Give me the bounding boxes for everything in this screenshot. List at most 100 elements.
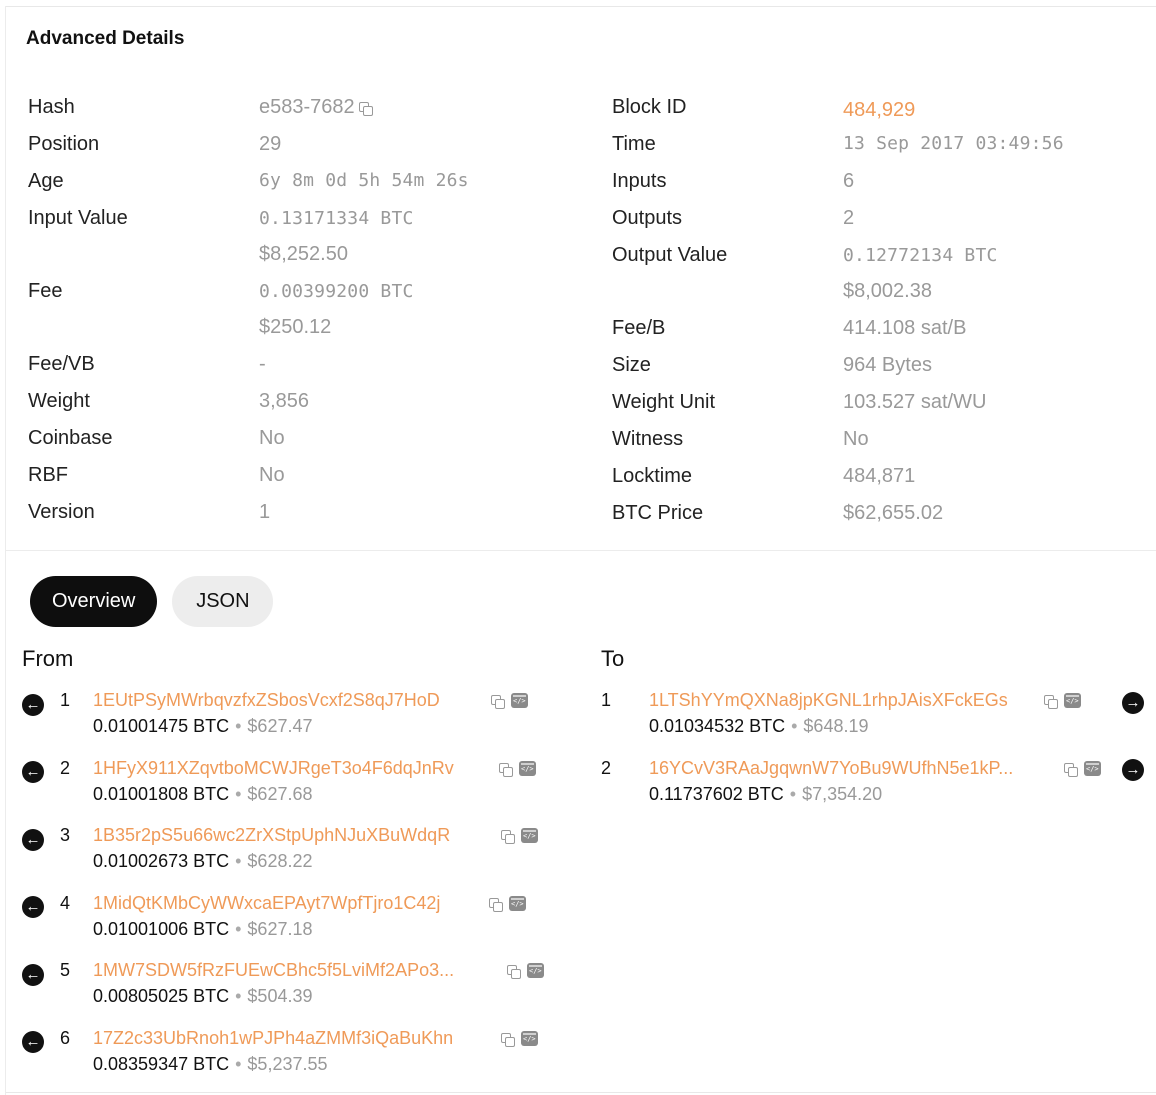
detail-value: e583-7682 — [259, 93, 373, 121]
block-id-link[interactable]: 484,929 — [843, 93, 915, 124]
copy-icon[interactable] — [491, 694, 505, 709]
input-btc: 0.01001475 BTC — [93, 716, 230, 736]
detail-label: Age — [28, 170, 64, 192]
output-amount: 0.01034532 BTC • $648.19 — [649, 716, 869, 737]
detail-value: 3,856 — [259, 390, 310, 412]
copy-icon[interactable] — [1044, 694, 1058, 709]
section-divider — [6, 550, 1156, 551]
input-address-link[interactable]: 1B35r2pS5u66wc2ZrXStpUphNJuXBuWdqR — [93, 825, 450, 846]
detail-value: 484,871 — [843, 465, 916, 487]
detail-row-coinbase: Coinbase No — [28, 424, 588, 461]
input-address-link[interactable]: 1HFyX911XZqvtboMCWJRgeT3o4F6dqJnRv — [93, 758, 454, 779]
detail-row-block-id: Block ID 484,929 — [612, 93, 1152, 130]
separator-dot: • — [235, 986, 242, 1006]
detail-label: Coinbase — [28, 427, 113, 449]
separator-dot: • — [235, 1054, 242, 1074]
arrow-left-icon[interactable]: ← — [22, 964, 44, 986]
detail-value: 103.527 sat/WU — [843, 391, 987, 413]
detail-value: 1 — [259, 501, 271, 523]
copy-icon[interactable] — [501, 829, 515, 844]
input-actions — [485, 896, 526, 912]
arrow-left-icon[interactable]: ← — [22, 694, 44, 716]
output-address-link[interactable]: 1LTShYYmQXNa8jpKGNL1rhpJAisXFckEGs — [649, 690, 1008, 711]
detail-row-hash: Hash e583-7682 — [28, 93, 588, 130]
input-actions — [495, 761, 536, 777]
detail-row-locktime: Locktime 484,871 — [612, 462, 1152, 499]
arrow-left-icon[interactable]: ← — [22, 896, 44, 918]
input-address-link[interactable]: 1EUtPSyMWrbqvzfxZSbosVcxf2S8qJ7HoD — [93, 690, 440, 711]
output-btc: 0.01034532 BTC — [649, 716, 786, 736]
detail-label: Weight — [28, 390, 90, 412]
detail-label: Block ID — [612, 96, 687, 118]
input-address-link[interactable]: 1MidQtKMbCyWWxcaEPAyt7WpfTjro1C42j — [93, 893, 440, 914]
arrow-left-icon[interactable]: ← — [22, 829, 44, 851]
detail-label: Locktime — [612, 465, 693, 487]
input-amount: 0.00805025 BTC • $504.39 — [93, 986, 313, 1007]
detail-row-fee: Fee 0.00399200 BTC $250.12 — [28, 277, 588, 350]
input-btc: 0.00805025 BTC — [93, 986, 230, 1006]
input-index: 3 — [60, 825, 71, 845]
separator-dot: • — [789, 784, 797, 804]
script-icon[interactable] — [1064, 693, 1081, 708]
input-index: 5 — [60, 960, 71, 980]
output-value-btc: 0.12772134 BTC — [843, 245, 998, 266]
detail-row-position: Position 29 — [28, 130, 588, 167]
detail-row-time: Time 13 Sep 2017 03:49:56 — [612, 130, 1152, 167]
input-address-link[interactable]: 1MW7SDW5fRzFUEwCBhc5f5LviMf2APo3... — [93, 960, 454, 981]
script-icon[interactable] — [521, 1031, 538, 1046]
detail-label: Hash — [28, 96, 75, 118]
tab-overview[interactable]: Overview — [30, 576, 158, 627]
output-usd: $7,354.20 — [802, 784, 883, 804]
input-actions — [497, 1031, 538, 1047]
input-usd: $627.18 — [247, 919, 313, 939]
script-icon[interactable] — [527, 963, 544, 978]
detail-row-outputs: Outputs 2 — [612, 204, 1152, 241]
detail-row-version: Version 1 — [28, 498, 588, 535]
detail-value: 0.13171334 BTC $8,252.50 — [259, 204, 414, 268]
frame-top-border — [6, 6, 1156, 7]
arrow-left-icon[interactable]: ← — [22, 761, 44, 783]
copy-icon[interactable] — [1064, 762, 1078, 777]
detail-label: Size — [612, 354, 651, 376]
script-icon[interactable] — [509, 896, 526, 911]
detail-label: Fee — [28, 280, 63, 302]
detail-row-btc-price: BTC Price $62,655.02 — [612, 499, 1152, 536]
copy-icon[interactable] — [507, 964, 521, 979]
copy-icon[interactable] — [501, 1032, 515, 1047]
detail-row-fee-b: Fee/B 414.108 sat/B — [612, 314, 1152, 351]
fee-btc: 0.00399200 BTC — [259, 281, 414, 302]
detail-value: 0.12772134 BTC $8,002.38 — [843, 241, 998, 305]
detail-row-fee-vb: Fee/VB - — [28, 350, 588, 387]
script-icon[interactable] — [521, 828, 538, 843]
copy-icon[interactable] — [358, 102, 373, 116]
tab-json[interactable]: JSON — [172, 576, 274, 627]
input-amount: 0.01001475 BTC • $627.47 — [93, 716, 313, 737]
input-value-usd: $8,252.50 — [259, 243, 348, 265]
detail-label: Inputs — [612, 170, 667, 192]
input-index: 1 — [60, 690, 71, 710]
detail-value: 0.00399200 BTC $250.12 — [259, 277, 414, 341]
arrow-right-icon[interactable]: → — [1122, 759, 1144, 781]
copy-icon[interactable] — [499, 762, 513, 777]
detail-label: Fee/B — [612, 317, 666, 339]
detail-value: 6 — [843, 170, 855, 192]
detail-row-inputs: Inputs 6 — [612, 167, 1152, 204]
detail-value: No — [843, 428, 869, 450]
script-icon[interactable] — [519, 761, 536, 776]
arrow-left-icon[interactable]: ← — [22, 1031, 44, 1053]
script-icon[interactable] — [1084, 761, 1101, 776]
hash-value: e583-7682 — [259, 96, 355, 118]
detail-value: No — [259, 427, 285, 449]
separator-dot: • — [791, 716, 798, 736]
separator-dot: • — [235, 851, 242, 871]
copy-icon[interactable] — [489, 897, 503, 912]
output-usd: $648.19 — [803, 716, 869, 736]
input-address-link[interactable]: 17Z2c33UbRnoh1wPJPh4aZMMf3iQaBuKhn — [93, 1028, 453, 1049]
detail-value: 414.108 sat/B — [843, 317, 967, 339]
output-address-link[interactable]: 16YCvV3RAaJgqwnW7YoBu9WUfhN5e1kP... — [649, 758, 1013, 779]
input-usd: $627.47 — [247, 716, 313, 736]
section-title: Advanced Details — [26, 28, 185, 49]
script-icon[interactable] — [511, 693, 528, 708]
arrow-right-icon[interactable]: → — [1122, 692, 1144, 714]
detail-label: Witness — [612, 428, 684, 450]
